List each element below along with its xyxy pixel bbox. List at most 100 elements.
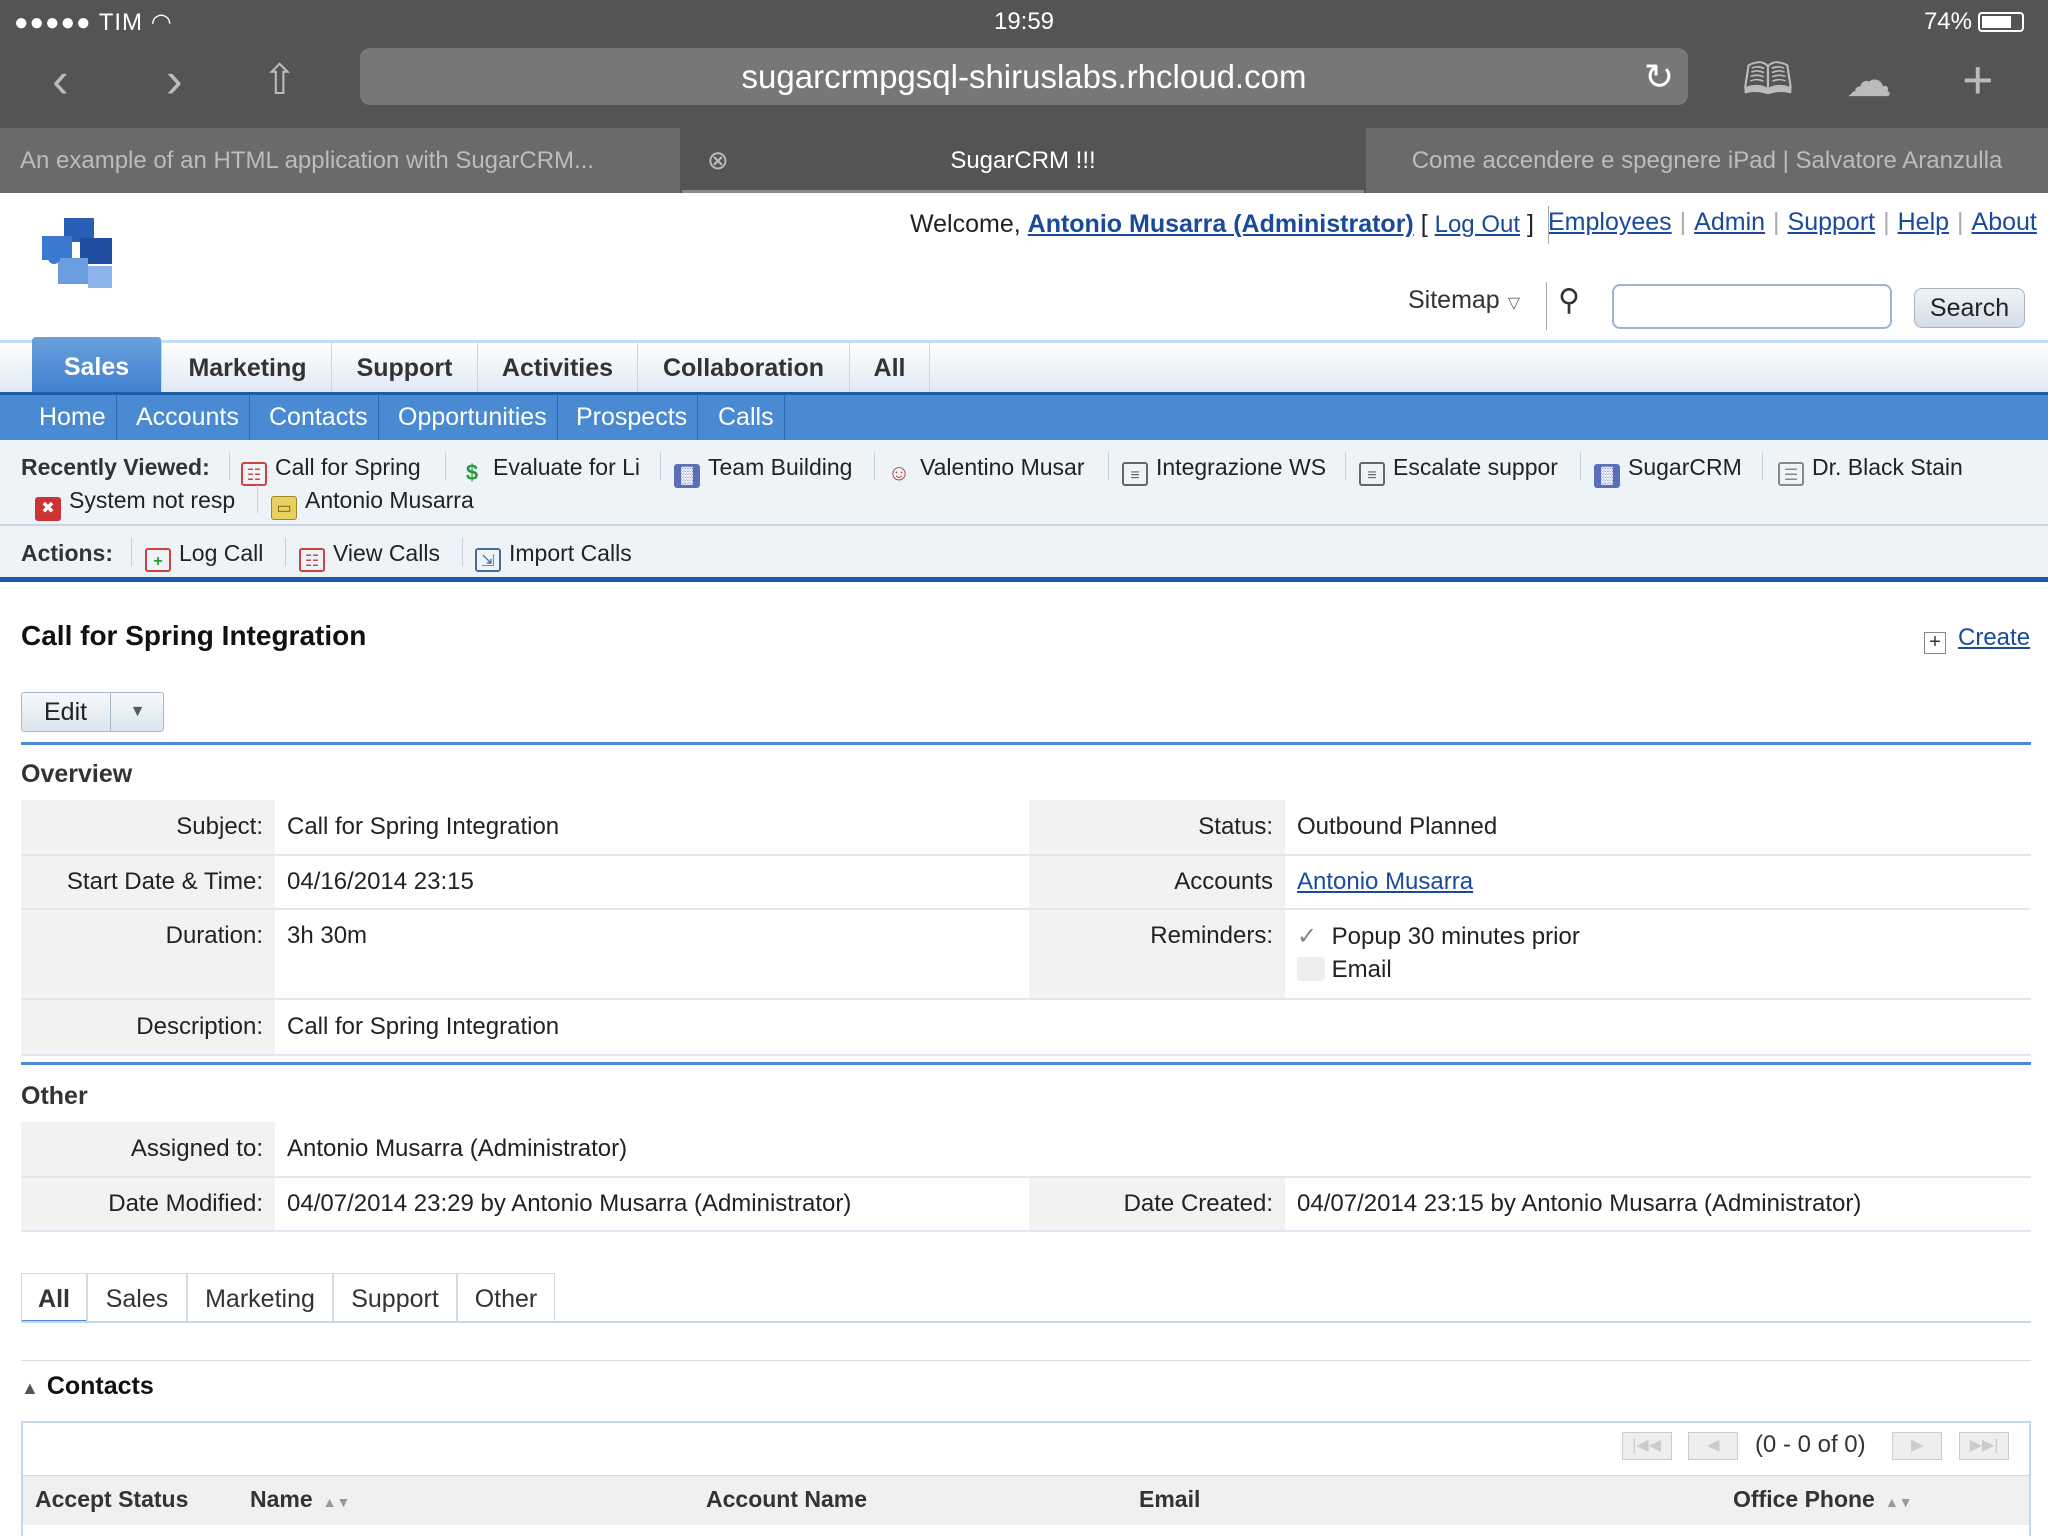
- recent-item[interactable]: $ Evaluate for Li: [459, 454, 640, 485]
- note-icon: ☰: [1778, 462, 1804, 486]
- date-created-value: 04/07/2014 23:15 by Antonio Musarra (Adm…: [1297, 1190, 1862, 1217]
- sugarcrm-logo[interactable]: [34, 214, 134, 298]
- column-name[interactable]: Name ▲▼: [250, 1486, 350, 1513]
- sort-icon[interactable]: ▲▼: [1885, 1494, 1913, 1510]
- status-value: Outbound Planned: [1297, 813, 1498, 840]
- accounts-value: Antonio Musarra: [1285, 856, 1473, 908]
- sitemap-dropdown[interactable]: Sitemap ▽: [1408, 286, 1520, 315]
- log-call-action[interactable]: + Log Call: [145, 540, 263, 572]
- last-page-icon[interactable]: ▶▶|: [1959, 1431, 2009, 1460]
- edit-button[interactable]: Edit ▼: [21, 692, 164, 732]
- subpanel-tab-marketing[interactable]: Marketing: [187, 1273, 333, 1323]
- recent-item-label: Call for Spring: [275, 454, 421, 480]
- subtab-accounts[interactable]: Accounts: [126, 395, 250, 440]
- close-tab-icon[interactable]: ⊗: [707, 128, 729, 190]
- account-link[interactable]: Antonio Musarra: [1297, 868, 1473, 895]
- tab-activities[interactable]: Activities: [478, 343, 638, 395]
- help-link[interactable]: Help: [1898, 208, 1949, 236]
- sort-icon[interactable]: ▲▼: [323, 1494, 351, 1510]
- tab-collaboration[interactable]: Collaboration: [638, 343, 850, 395]
- project-icon: ▓: [1594, 464, 1620, 488]
- recent-item[interactable]: ✖ System not resp: [35, 487, 235, 521]
- subtab-opportunities[interactable]: Opportunities: [388, 395, 558, 440]
- contacts-subpanel-header[interactable]: ▲ Contacts: [21, 1372, 154, 1401]
- create-label: Create: [1958, 624, 2031, 651]
- recent-item[interactable]: ▓ SugarCRM: [1594, 454, 1742, 488]
- collapse-icon[interactable]: ▲: [21, 1378, 39, 1398]
- column-office-phone[interactable]: Office Phone ▲▼: [1733, 1486, 1913, 1513]
- welcome-prefix: Welcome,: [910, 210, 1021, 238]
- divider: [21, 1360, 2031, 1361]
- search-input[interactable]: [1612, 284, 1892, 329]
- subtab-calls[interactable]: Calls: [708, 395, 785, 440]
- current-user-link[interactable]: Antonio Musarra (Administrator): [1028, 210, 1414, 238]
- cloud-tabs-icon[interactable]: ☁: [1846, 50, 1892, 110]
- tab-sales[interactable]: Sales: [32, 337, 162, 395]
- tab-marketing[interactable]: Marketing: [164, 343, 332, 395]
- admin-link[interactable]: Admin: [1694, 208, 1765, 236]
- recent-item-label: Valentino Musar: [920, 454, 1085, 480]
- divider: [21, 1062, 2031, 1065]
- browser-tab[interactable]: Come accendere e spegnere iPad | Salvato…: [1366, 128, 2048, 193]
- description-label: Description:: [21, 1000, 275, 1054]
- reload-icon[interactable]: ↻: [1644, 48, 1674, 105]
- log-call-icon: +: [145, 548, 171, 572]
- battery: 74%: [1924, 8, 2024, 36]
- first-page-icon[interactable]: |◀◀: [1621, 1431, 1672, 1460]
- forward-icon[interactable]: ›: [166, 50, 183, 110]
- divider: [660, 452, 661, 480]
- create-link[interactable]: + Create: [1924, 624, 2030, 654]
- other-heading: Other: [21, 1082, 88, 1110]
- recent-item[interactable]: ☰ Dr. Black Stain: [1778, 454, 1963, 486]
- tab-label: Come accendere e spegnere iPad | Salvato…: [1411, 147, 2003, 174]
- module-tabs: Sales Marketing Support Activities Colla…: [0, 337, 2048, 395]
- recent-item[interactable]: ≡ Escalate suppor: [1359, 454, 1558, 486]
- tab-support[interactable]: Support: [332, 343, 478, 395]
- tab-all[interactable]: All: [850, 343, 930, 395]
- search-button[interactable]: Search: [1914, 288, 2025, 328]
- duration-value: 3h 30m: [287, 922, 368, 949]
- about-link[interactable]: About: [1972, 208, 2037, 236]
- recent-item[interactable]: ≡ Integrazione WS: [1122, 454, 1326, 486]
- edit-label: Edit: [44, 698, 88, 726]
- subpanel-tab-sales[interactable]: Sales: [87, 1273, 187, 1323]
- contacts-subpanel: |◀◀ ◀ (0 - 0 of 0) ▶ ▶▶| Accept Status N…: [21, 1421, 2031, 1536]
- back-icon[interactable]: ‹: [52, 50, 69, 110]
- new-tab-icon[interactable]: +: [1962, 50, 1994, 110]
- column-email: Email: [1139, 1486, 1201, 1512]
- subpanel-tab-all[interactable]: All: [21, 1273, 87, 1323]
- document-icon: ≡: [1122, 462, 1148, 486]
- status-bar: ●●●●● TIM ◠ 19:59 74%: [0, 0, 2048, 44]
- pager-text: (0 - 0 of 0): [1754, 1431, 1866, 1458]
- previous-page-icon[interactable]: ◀: [1688, 1431, 1739, 1460]
- employees-link[interactable]: Employees: [1548, 208, 1672, 236]
- recent-item-label: Escalate suppor: [1393, 454, 1558, 480]
- subpanel-tab-other[interactable]: Other: [457, 1273, 555, 1323]
- subtab-home[interactable]: Home: [29, 395, 117, 440]
- subpanel-tab-support[interactable]: Support: [333, 1273, 457, 1323]
- browser-tab-active[interactable]: ⊗ SugarCRM !!!: [682, 128, 1364, 193]
- import-calls-action[interactable]: ⇲ Import Calls: [475, 540, 632, 572]
- next-page-icon[interactable]: ▶: [1892, 1431, 1943, 1460]
- subtab-prospects[interactable]: Prospects: [566, 395, 699, 440]
- divider: [1546, 282, 1547, 330]
- bookmarks-icon[interactable]: 🕮: [1742, 50, 1794, 110]
- view-calls-action[interactable]: ☷ View Calls: [299, 540, 440, 572]
- chevron-down-icon: ▽: [1507, 295, 1521, 312]
- chevron-down-icon[interactable]: ▼: [110, 693, 164, 731]
- recent-item[interactable]: ☷ Call for Spring: [241, 454, 421, 486]
- divider: [1580, 452, 1581, 480]
- subtab-contacts[interactable]: Contacts: [259, 395, 379, 440]
- recent-item-label: SugarCRM: [1628, 454, 1742, 480]
- browser-tab[interactable]: An example of an HTML application with S…: [0, 128, 680, 193]
- recent-item[interactable]: ▭ Antonio Musarra: [271, 487, 474, 520]
- reminders-value: ✓ Popup 30 minutes prior Email: [1285, 920, 1580, 986]
- recent-item[interactable]: ▓ Team Building: [674, 454, 852, 488]
- logout-link[interactable]: Log Out: [1435, 211, 1520, 238]
- address-bar[interactable]: sugarcrmpgsql-shiruslabs.rhcloud.com ↻: [360, 48, 1688, 105]
- search-icon[interactable]: ⚲: [1558, 283, 1580, 318]
- recent-item[interactable]: ☺ Valentino Musar: [886, 454, 1085, 485]
- view-calls-icon: ☷: [299, 548, 325, 572]
- share-icon[interactable]: ⇧: [262, 50, 297, 110]
- support-link[interactable]: Support: [1788, 208, 1876, 236]
